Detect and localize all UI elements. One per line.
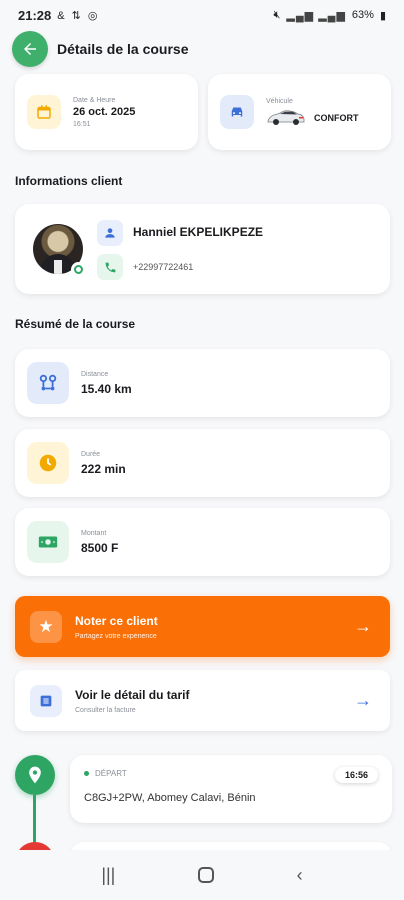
rate-client-title: Noter ce client bbox=[75, 613, 158, 628]
duration-label: Durée bbox=[81, 450, 101, 458]
receipt-icon bbox=[30, 684, 62, 717]
status-right: 🔇︎ ▂▄▆ ▂▄▆ 63% ▮ bbox=[273, 9, 386, 22]
system-nav-bar: ||| ‹ bbox=[0, 850, 404, 900]
client-section-title: Informations client bbox=[15, 174, 123, 188]
departure-time-badge: 16:56 bbox=[334, 767, 378, 783]
home-icon[interactable] bbox=[198, 867, 215, 883]
ride-details-screen: 21:28 & ⇅ ◎ 🔇︎ ▂▄▆ ▂▄▆ 63% ▮ Détails de … bbox=[0, 0, 404, 900]
vehicle-name: CONFORT bbox=[314, 112, 359, 123]
vehicle-label: Véhicule bbox=[266, 97, 293, 105]
duration-value: 222 min bbox=[81, 461, 126, 476]
clock-icon bbox=[27, 442, 69, 484]
app-header: Détails de la course bbox=[0, 30, 404, 68]
distance-card: Distance 15.40 km bbox=[15, 349, 390, 417]
client-name: Hanniel EKPELIKPEZE bbox=[133, 225, 264, 239]
battery-level: 63% bbox=[351, 9, 374, 21]
arrow-right-icon: → bbox=[354, 690, 372, 710]
vehicle-image bbox=[267, 109, 305, 125]
client-phone[interactable]: +22997722461 bbox=[133, 262, 193, 272]
vehicle-card: Véhicule CONFORT bbox=[208, 74, 391, 150]
date-value: 26 oct. 2025 bbox=[73, 105, 136, 118]
arrow-left-icon bbox=[24, 43, 36, 55]
summary-section-title: Résumé de la course bbox=[15, 317, 136, 331]
departure-address: C8GJ+2PW, Abomey Calavi, Bénin bbox=[84, 792, 256, 804]
distance-label: Distance bbox=[81, 370, 109, 378]
client-card: Hanniel EKPELIKPEZE +22997722461 bbox=[15, 204, 390, 294]
car-icon bbox=[220, 95, 254, 129]
amount-value: 8500 F bbox=[81, 540, 119, 555]
duration-card: Durée 222 min bbox=[15, 429, 390, 497]
phone-icon bbox=[97, 254, 123, 280]
person-icon bbox=[97, 220, 123, 246]
distance-value: 15.40 km bbox=[81, 381, 132, 396]
date-time-card: Date & Heure 26 oct. 2025 16:51 bbox=[15, 74, 198, 150]
status-time: 21:28 bbox=[18, 7, 52, 23]
battery-icon: ▮ bbox=[379, 9, 386, 22]
date-label: Date & Heure bbox=[73, 96, 116, 104]
notification-icons: & ⇅ ◎ bbox=[57, 9, 100, 22]
fare-details-title: Voir le détail du tarif bbox=[75, 687, 190, 702]
departure-label: DÉPART bbox=[84, 769, 378, 778]
back-nav-icon[interactable]: ‹ bbox=[297, 865, 303, 886]
start-pin-icon bbox=[15, 755, 55, 795]
route-icon bbox=[27, 362, 69, 404]
amount-card: Montant 8500 F bbox=[15, 508, 390, 576]
rate-client-subtitle: Partagez votre expérience bbox=[75, 632, 157, 640]
recent-apps-icon[interactable]: ||| bbox=[101, 865, 115, 886]
calendar-icon bbox=[27, 95, 61, 129]
fare-details-subtitle: Consulter la facture bbox=[75, 706, 136, 714]
amount-label: Montant bbox=[81, 529, 107, 537]
back-button[interactable] bbox=[12, 31, 48, 67]
time-value: 16:51 bbox=[73, 120, 91, 128]
cash-icon bbox=[27, 521, 69, 563]
mute-icon: 🔇︎ bbox=[273, 8, 281, 21]
fare-details-button[interactable]: Voir le détail du tarif Consulter la fac… bbox=[15, 670, 390, 731]
status-bar: 21:28 & ⇅ ◎ 🔇︎ ▂▄▆ ▂▄▆ 63% ▮ bbox=[0, 0, 404, 30]
star-icon: ★ bbox=[30, 610, 62, 643]
signal-icon: ▂▄▆ ▂▄▆ bbox=[286, 9, 346, 22]
arrow-right-icon: → bbox=[354, 616, 372, 636]
departure-card: DÉPART C8GJ+2PW, Abomey Calavi, Bénin 16… bbox=[70, 755, 392, 823]
page-title: Détails de la course bbox=[57, 41, 189, 57]
route-line bbox=[33, 795, 36, 845]
online-status-icon bbox=[71, 262, 86, 277]
rate-client-button[interactable]: ★ Noter ce client Partagez votre expérie… bbox=[15, 596, 390, 657]
